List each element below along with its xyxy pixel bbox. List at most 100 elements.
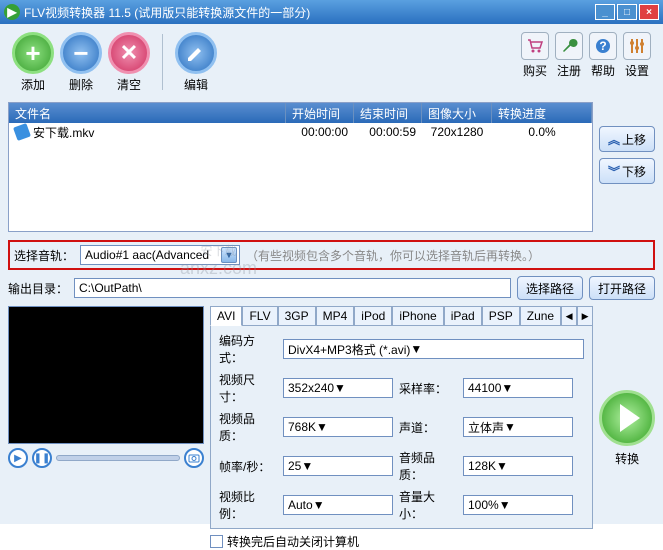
file-list-header: 文件名 开始时间 结束时间 图像大小 转换进度 xyxy=(9,103,592,123)
shutdown-checkbox[interactable] xyxy=(210,535,223,548)
tab-iphone[interactable]: iPhone xyxy=(392,306,443,326)
edit-label: 编辑 xyxy=(184,76,208,93)
tab-flv[interactable]: FLV xyxy=(242,306,277,326)
dropdown-icon[interactable]: ▼ xyxy=(313,498,325,512)
fps-combo[interactable]: 25 ▼ xyxy=(283,456,393,476)
register-button[interactable]: 注册 xyxy=(555,32,583,79)
channel-label: 声道： xyxy=(399,419,457,436)
clear-label: 清空 xyxy=(117,76,141,93)
encode-value: DivX4+MP3格式 (*.avi) xyxy=(288,341,410,358)
dropdown-icon[interactable]: ▼ xyxy=(221,247,237,263)
audioq-value: 128K xyxy=(468,459,496,473)
edit-button[interactable]: 编辑 xyxy=(175,32,217,93)
buy-label: 购买 xyxy=(523,62,547,79)
settings-button[interactable]: 设置 xyxy=(623,32,651,79)
gear-icon xyxy=(623,32,651,60)
choose-path-label: 选择路径 xyxy=(526,280,574,297)
window-title: FLV视频转换器 11.5 (试用版只能转换源文件的一部分) xyxy=(24,4,595,21)
move-up-button[interactable]: ︽ 上移 xyxy=(599,126,655,152)
minimize-button[interactable]: _ xyxy=(595,4,615,20)
window-buttons: _ □ × xyxy=(595,4,659,20)
tab-ipod[interactable]: iPod xyxy=(354,306,392,326)
tab-avi[interactable]: AVI xyxy=(210,306,242,326)
open-path-button[interactable]: 打开路径 xyxy=(589,276,655,300)
audio-track-combo[interactable]: Audio#1 aac(Advanced ▼ xyxy=(80,245,240,265)
minus-icon: − xyxy=(60,32,102,74)
snapshot-button[interactable] xyxy=(184,448,204,468)
tab-zune[interactable]: Zune xyxy=(520,306,561,326)
tabs-right-button[interactable]: ▶ xyxy=(577,306,593,326)
tab-3gp[interactable]: 3GP xyxy=(278,306,316,326)
delete-button[interactable]: − 删除 xyxy=(60,32,102,93)
col-progress[interactable]: 转换进度 xyxy=(492,103,592,123)
tab-mp4[interactable]: MP4 xyxy=(316,306,355,326)
edit-icon xyxy=(175,32,217,74)
add-button[interactable]: + 添加 xyxy=(12,32,54,93)
convert-label: 转换 xyxy=(615,450,639,467)
choose-path-button[interactable]: 选择路径 xyxy=(517,276,583,300)
shutdown-label: 转换完后自动关闭计算机 xyxy=(227,533,359,550)
col-size[interactable]: 图像大小 xyxy=(422,103,492,123)
videoq-combo[interactable]: 768K ▼ xyxy=(283,417,393,437)
help-label: 帮助 xyxy=(591,62,615,79)
col-filename[interactable]: 文件名 xyxy=(9,103,286,123)
samplerate-combo[interactable]: 44100 ▼ xyxy=(463,378,573,398)
toolbar-divider xyxy=(162,34,163,90)
audio-track-label: 选择音轨： xyxy=(14,247,74,264)
dropdown-icon[interactable]: ▼ xyxy=(504,420,516,434)
file-list[interactable]: 文件名 开始时间 结束时间 图像大小 转换进度 安下载.mkv 00:00:00… xyxy=(8,102,593,232)
pause-button[interactable]: ❚❚ xyxy=(32,448,52,468)
file-name: 安下载.mkv xyxy=(33,124,94,141)
plus-icon: + xyxy=(12,32,54,74)
buy-button[interactable]: 购买 xyxy=(521,32,549,79)
wrench-icon xyxy=(555,32,583,60)
dropdown-icon[interactable]: ▼ xyxy=(410,342,422,356)
svg-text:?: ? xyxy=(599,39,606,53)
help-button[interactable]: ? 帮助 xyxy=(589,32,617,79)
audioq-combo[interactable]: 128K ▼ xyxy=(463,456,573,476)
file-end: 00:00:59 xyxy=(354,124,422,140)
audio-track-value: Audio#1 aac(Advanced xyxy=(85,248,221,262)
add-label: 添加 xyxy=(21,76,45,93)
seek-slider[interactable] xyxy=(56,455,180,461)
dropdown-icon[interactable]: ▼ xyxy=(316,420,328,434)
file-size: 720x1280 xyxy=(422,124,492,140)
tab-psp[interactable]: PSP xyxy=(482,306,520,326)
dropdown-icon[interactable]: ▼ xyxy=(501,381,513,395)
output-dir-input[interactable]: C:\OutPath\ xyxy=(74,278,511,298)
dropdown-icon[interactable]: ▼ xyxy=(301,459,313,473)
register-label: 注册 xyxy=(557,62,581,79)
audio-track-hint: （有些视频包含多个音轨，你可以选择音轨后再转换。） xyxy=(246,247,540,264)
move-down-button[interactable]: ︾ 下移 xyxy=(599,158,655,184)
play-button[interactable]: ▶ xyxy=(8,448,28,468)
ratio-combo[interactable]: Auto ▼ xyxy=(283,495,393,515)
col-start[interactable]: 开始时间 xyxy=(286,103,354,123)
fps-value: 25 xyxy=(288,459,301,473)
preview-pane: ▶ ❚❚ xyxy=(8,306,204,550)
main-toolbar: + 添加 − 删除 ✕ 清空 编辑 xyxy=(8,28,655,102)
chevron-up-icon: ︽ xyxy=(608,131,620,148)
dropdown-icon[interactable]: ▼ xyxy=(496,459,508,473)
help-icon: ? xyxy=(589,32,617,60)
right-toolbar: 购买 注册 ? 帮助 设置 xyxy=(517,28,655,83)
file-row[interactable]: 安下载.mkv 00:00:00 00:00:59 720x1280 0.0% xyxy=(9,123,592,141)
format-tabs: AVI FLV 3GP MP4 iPod iPhone iPad PSP Zun… xyxy=(210,306,593,326)
clear-button[interactable]: ✕ 清空 xyxy=(108,32,150,93)
channel-combo[interactable]: 立体声 ▼ xyxy=(463,417,573,437)
videoq-label: 视频品质： xyxy=(219,410,277,444)
settings-label: 设置 xyxy=(625,62,649,79)
videosize-combo[interactable]: 352x240 ▼ xyxy=(283,378,393,398)
volume-combo[interactable]: 100% ▼ xyxy=(463,495,573,515)
cart-icon xyxy=(521,32,549,60)
col-end[interactable]: 结束时间 xyxy=(354,103,422,123)
close-button[interactable]: × xyxy=(639,4,659,20)
dropdown-icon[interactable]: ▼ xyxy=(499,498,511,512)
tab-ipad[interactable]: iPad xyxy=(444,306,482,326)
convert-button[interactable] xyxy=(599,390,655,446)
encode-combo[interactable]: DivX4+MP3格式 (*.avi) ▼ xyxy=(283,339,584,359)
dropdown-icon[interactable]: ▼ xyxy=(334,381,346,395)
tabs-left-button[interactable]: ◀ xyxy=(561,306,577,326)
delete-label: 删除 xyxy=(69,76,93,93)
preview-video[interactable] xyxy=(8,306,204,444)
maximize-button[interactable]: □ xyxy=(617,4,637,20)
